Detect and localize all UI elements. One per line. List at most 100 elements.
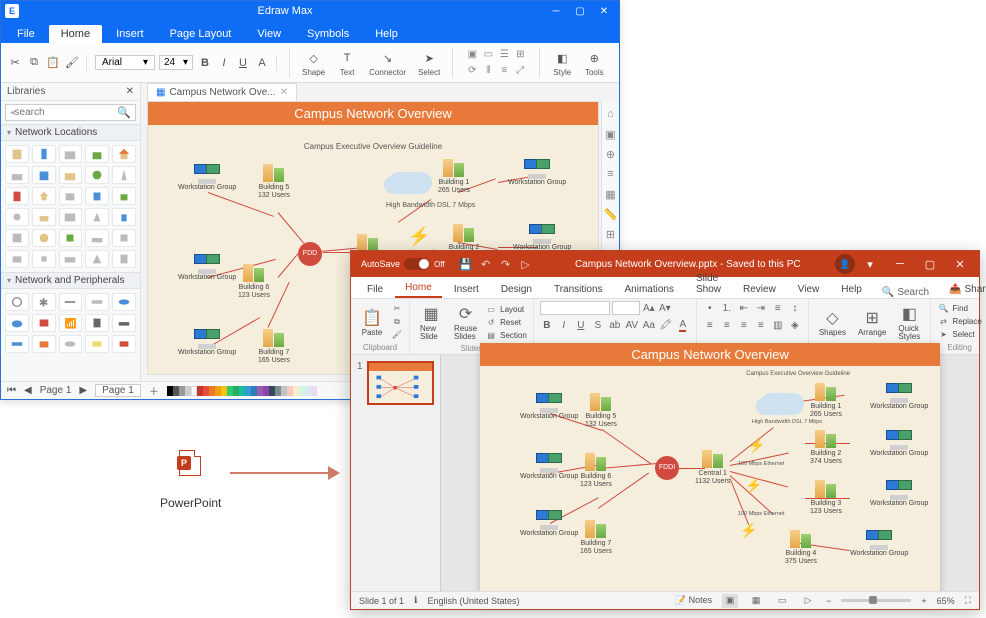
shape-site[interactable] xyxy=(85,166,109,184)
library-search[interactable]: ◂ 🔍 xyxy=(5,104,136,121)
grow-font-icon[interactable]: A▴ xyxy=(642,301,656,315)
spacing-icon[interactable]: AV xyxy=(625,318,639,332)
s-node-bolt2[interactable]: ⚡ xyxy=(745,478,762,493)
shape-warehouse[interactable] xyxy=(59,166,83,184)
zoom-slider[interactable] xyxy=(841,599,911,602)
pp-tab-insert[interactable]: Insert xyxy=(444,281,489,298)
layers-icon[interactable]: ≡ xyxy=(604,167,618,181)
format-painter-icon[interactable]: 🖌 xyxy=(64,55,80,71)
share-button[interactable]: 📤Share xyxy=(941,281,986,298)
tab-help[interactable]: Help xyxy=(363,25,410,43)
cut-icon[interactable]: ✂ xyxy=(7,55,23,71)
autosave-toggle[interactable]: AutoSave Off xyxy=(355,258,451,270)
shape-generic14[interactable] xyxy=(5,250,29,268)
smartart-icon[interactable]: ◈ xyxy=(788,318,802,332)
strike-icon[interactable]: S xyxy=(591,318,605,332)
style-tool[interactable]: ◧Style xyxy=(548,48,576,77)
home-icon[interactable]: ⌂ xyxy=(604,107,618,121)
new-slide-button[interactable]: ▦New Slide xyxy=(416,301,446,343)
shape-antenna[interactable] xyxy=(112,166,136,184)
account-avatar[interactable]: 👤 xyxy=(835,254,855,274)
s-node-b4[interactable]: Building 4375 Users xyxy=(785,528,817,565)
bold-icon[interactable]: B xyxy=(540,318,554,332)
bullets-icon[interactable]: • xyxy=(703,301,717,315)
redo-icon[interactable]: ↷ xyxy=(499,257,513,271)
shape-generic3[interactable] xyxy=(112,187,136,205)
pp-tab-animations[interactable]: Animations xyxy=(615,281,684,298)
ruler-icon[interactable]: 📏 xyxy=(604,207,618,221)
shape-generic4[interactable] xyxy=(5,208,29,226)
paste-button[interactable]: 📋Paste xyxy=(357,305,387,339)
tab-symbols[interactable]: Symbols xyxy=(295,25,361,43)
shape-generic2[interactable] xyxy=(85,187,109,205)
shrink-font-icon[interactable]: A▾ xyxy=(658,301,672,315)
pp-search[interactable]: 🔍Search xyxy=(874,287,937,298)
group-icon[interactable]: ⊞ xyxy=(513,48,527,62)
close-button[interactable]: ✕ xyxy=(593,3,615,19)
select-tool[interactable]: ➤Select xyxy=(414,48,444,77)
section-button[interactable]: ▤Section xyxy=(485,329,527,341)
close-button[interactable]: ✕ xyxy=(945,251,975,277)
color-palette[interactable] xyxy=(167,386,317,396)
toggle-switch[interactable] xyxy=(404,258,430,270)
tab-page-layout[interactable]: Page Layout xyxy=(158,25,244,43)
tab-insert[interactable]: Insert xyxy=(104,25,156,43)
text-dir-icon[interactable]: ↕ xyxy=(788,301,802,315)
shape-hub[interactable] xyxy=(5,335,29,353)
align-right-icon[interactable]: ≡ xyxy=(737,318,751,332)
slide-1[interactable]: Campus Network Overview Campus Executive… xyxy=(480,343,940,603)
grid-icon[interactable]: ▦ xyxy=(604,187,618,201)
shape-generic11[interactable] xyxy=(59,229,83,247)
zoom-out-icon[interactable]: − xyxy=(826,596,831,606)
line-spacing-icon[interactable]: ≡ xyxy=(771,301,785,315)
s-node-b1[interactable]: Building 1265 Users xyxy=(810,381,842,418)
shape-building[interactable] xyxy=(5,145,29,163)
notes-button[interactable]: 📝 Notes xyxy=(675,595,712,606)
node-building-6[interactable]: Building 6123 Users xyxy=(238,262,270,299)
reset-button[interactable]: ↺Reset xyxy=(485,316,527,328)
shape-router[interactable] xyxy=(112,293,136,311)
node-fdd[interactable]: FDD xyxy=(298,242,322,266)
fit-icon[interactable]: ▣ xyxy=(604,127,618,141)
pp-tab-file[interactable]: File xyxy=(357,281,393,298)
s-node-b6[interactable]: Building 6123 Users xyxy=(580,451,612,488)
paste-icon[interactable]: 📋 xyxy=(45,55,61,71)
quick-styles-button[interactable]: ◧Quick Styles xyxy=(894,301,924,343)
select-button[interactable]: ➤Select xyxy=(937,329,981,341)
shape-campus[interactable] xyxy=(85,145,109,163)
pp-tab-view[interactable]: View xyxy=(788,281,830,298)
tab-view[interactable]: View xyxy=(245,25,293,43)
node-workstation-group-2[interactable]: Workstation Group xyxy=(508,157,566,187)
doc-tab-close-icon[interactable]: ✕ xyxy=(280,87,288,98)
slideshow-icon[interactable]: ▷ xyxy=(519,257,533,271)
node-workstation-group[interactable]: Workstation Group xyxy=(178,162,236,192)
s-node-bolt3[interactable]: ⚡ xyxy=(740,523,757,538)
connector-tool[interactable]: ↘Connector xyxy=(365,48,410,77)
s-node-b7[interactable]: Building 7165 Users xyxy=(580,518,612,555)
font-size-select[interactable]: 24▾ xyxy=(159,55,193,70)
tools-menu[interactable]: ⊕Tools xyxy=(580,48,608,77)
s-node-wg-mr[interactable]: Workstation Group xyxy=(870,428,928,458)
shape-switch[interactable] xyxy=(85,293,109,311)
arrange-button[interactable]: ⊞Arrange xyxy=(854,305,890,339)
reuse-slides-button[interactable]: ⟳Reuse Slides xyxy=(450,301,481,343)
italic-icon[interactable]: I xyxy=(216,55,232,71)
pp-font-size-select[interactable] xyxy=(612,301,640,315)
find-button[interactable]: 🔍Find xyxy=(937,303,981,315)
align-left-icon[interactable]: ≡ xyxy=(703,318,717,332)
tab-file[interactable]: File xyxy=(5,25,47,43)
shape-generic15[interactable] xyxy=(32,250,56,268)
font-family-select[interactable]: Arial▾ xyxy=(95,55,155,70)
shapes-button[interactable]: ◇Shapes xyxy=(815,305,850,339)
numbering-icon[interactable]: 1. xyxy=(720,301,734,315)
shape-tower[interactable] xyxy=(32,145,56,163)
slide-thumbnail-1[interactable] xyxy=(367,361,434,405)
node-building-5[interactable]: Building 5132 Users xyxy=(258,162,290,199)
replace-button[interactable]: ⇄Replace xyxy=(937,316,981,328)
shape-modem[interactable] xyxy=(112,314,136,332)
s-node-center[interactable]: Central 11132 Users xyxy=(695,448,730,485)
s-node-b3[interactable]: Building 3123 Users xyxy=(810,478,842,515)
rotate-icon[interactable]: ⟳ xyxy=(465,64,479,78)
document-tab[interactable]: ▦ Campus Network Ove... ✕ xyxy=(147,83,297,101)
slide-stage[interactable]: Campus Network Overview Campus Executive… xyxy=(441,355,979,591)
